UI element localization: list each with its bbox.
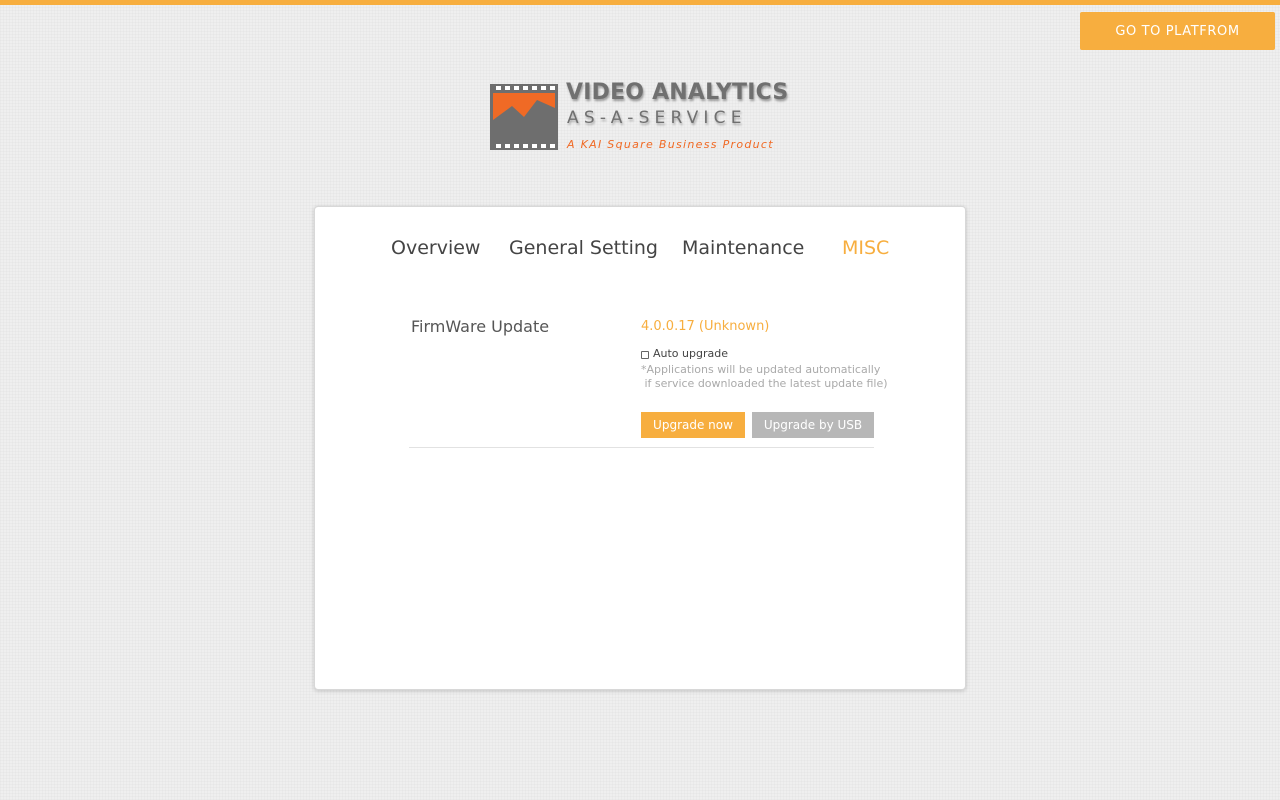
upgrade-now-button[interactable]: Upgrade now bbox=[641, 412, 745, 438]
logo-title: VIDEO ANALYTICS bbox=[566, 80, 789, 105]
section-divider bbox=[409, 447, 874, 448]
go-to-platform-button[interactable]: GO TO PLATFROM bbox=[1080, 12, 1275, 50]
tab-misc[interactable]: MISC bbox=[842, 237, 889, 259]
top-accent-bar bbox=[0, 0, 1280, 5]
auto-upgrade-note: *Applications will be updated automatica… bbox=[641, 363, 888, 390]
tab-general-setting[interactable]: General Setting bbox=[509, 237, 658, 259]
auto-upgrade-label[interactable]: Auto upgrade bbox=[653, 347, 728, 360]
upgrade-by-usb-button[interactable]: Upgrade by USB bbox=[752, 412, 874, 438]
firmware-update-label: FirmWare Update bbox=[411, 317, 550, 336]
logo-subtitle: AS-A-SERVICE bbox=[567, 108, 747, 128]
brand-logo: VIDEO ANALYTICS AS-A-SERVICE A KAI Squar… bbox=[490, 80, 800, 155]
tab-maintenance[interactable]: Maintenance bbox=[682, 237, 804, 259]
film-chart-icon bbox=[490, 84, 558, 150]
logo-tagline: A KAI Square Business Product bbox=[567, 138, 774, 151]
auto-upgrade-checkbox[interactable] bbox=[641, 351, 649, 359]
firmware-version: 4.0.0.17 (Unknown) bbox=[641, 319, 770, 334]
settings-panel: Overview General Setting Maintenance MIS… bbox=[314, 206, 966, 690]
tab-overview[interactable]: Overview bbox=[391, 237, 480, 259]
